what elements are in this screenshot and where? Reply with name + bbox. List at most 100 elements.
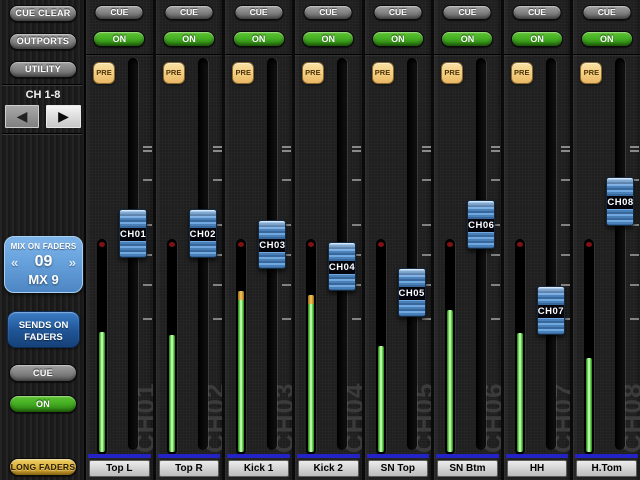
- channel-cue-button[interactable]: CUE: [582, 5, 631, 20]
- strip-divider: [295, 54, 362, 55]
- channel-color-bar: [158, 454, 221, 458]
- mix-on-faders-panel[interactable]: MIX ON FADERS « » 09 MX 9: [4, 236, 83, 293]
- strip-divider: [225, 54, 292, 55]
- channel-strip: CUE ON PRE CH07 CH07 HH: [501, 0, 571, 480]
- channel-name[interactable]: SN Top: [368, 460, 429, 477]
- fader-handle[interactable]: CH02: [189, 209, 217, 258]
- right-arrow-icon: ▶: [58, 108, 69, 124]
- channel-on-button[interactable]: ON: [93, 31, 145, 47]
- sends-on-faders-button[interactable]: SENDS ON FADERS: [7, 311, 80, 348]
- fader-handle-label: CH08: [607, 196, 633, 209]
- channel-name[interactable]: SN Btm: [437, 460, 498, 477]
- fader-handle[interactable]: CH07: [537, 286, 565, 335]
- next-mix-icon[interactable]: »: [69, 255, 76, 270]
- channel-cue-button[interactable]: CUE: [443, 5, 492, 20]
- channel-name[interactable]: Top L: [89, 460, 150, 477]
- fader-handle[interactable]: CH03: [258, 220, 286, 269]
- channel-on-button[interactable]: ON: [581, 31, 633, 47]
- channel-on-button[interactable]: ON: [372, 31, 424, 47]
- channel-on-button[interactable]: ON: [163, 31, 215, 47]
- fader-handle[interactable]: CH06: [467, 200, 495, 249]
- strip-divider: [365, 54, 432, 55]
- fader-scale-tick: [213, 146, 222, 152]
- channel-cue-button[interactable]: CUE: [164, 5, 213, 20]
- channel-cue-button[interactable]: CUE: [95, 5, 144, 20]
- channel-on-button[interactable]: ON: [511, 31, 563, 47]
- fader-handle-label: CH06: [468, 219, 494, 232]
- clip-led-icon: [169, 242, 175, 247]
- channel-on-button[interactable]: ON: [233, 31, 285, 47]
- sidebar-divider: [2, 84, 82, 85]
- fader-scale-tick: [352, 318, 361, 320]
- level-meter-fill: [99, 332, 105, 452]
- mix-name: MX 9: [5, 272, 82, 287]
- fader-scale-tick: [213, 179, 222, 181]
- fader-track[interactable]: [476, 58, 486, 450]
- channel-name[interactable]: H.Tom: [576, 460, 637, 477]
- fader-scale-tick: [422, 224, 431, 226]
- fader-handle[interactable]: CH05: [398, 268, 426, 317]
- fader-scale-tick: [630, 254, 639, 256]
- pre-badge[interactable]: PRE: [302, 62, 324, 84]
- fader-scale-tick: [630, 146, 639, 152]
- cue-clear-button[interactable]: CUE CLEAR: [9, 5, 77, 22]
- fader-scale-tick: [282, 179, 291, 181]
- channel-color-bar: [297, 454, 360, 458]
- fader-scale-tick: [282, 146, 291, 152]
- pre-badge[interactable]: PRE: [511, 62, 533, 84]
- channel-on-button[interactable]: ON: [441, 31, 493, 47]
- channel-cue-button[interactable]: CUE: [373, 5, 422, 20]
- fader-handle[interactable]: CH01: [119, 209, 147, 258]
- pre-badge[interactable]: PRE: [580, 62, 602, 84]
- sends-on-faders-line2: FADERS: [14, 332, 73, 344]
- channel-strip: CUE ON PRE CH02 CH02 Top R: [153, 0, 223, 480]
- channel-cue-button[interactable]: CUE: [304, 5, 353, 20]
- channel-cue-button[interactable]: CUE: [234, 5, 283, 20]
- strip-divider: [573, 54, 640, 55]
- sidebar-cue-button[interactable]: CUE: [9, 364, 77, 382]
- bank-previous-button[interactable]: ◀: [5, 105, 39, 128]
- long-faders-button[interactable]: LONG FADERS: [9, 458, 77, 476]
- sidebar-on-button[interactable]: ON: [9, 395, 77, 413]
- channel-color-bar: [436, 454, 499, 458]
- clip-led-icon: [99, 242, 105, 247]
- utility-button[interactable]: UTILITY: [9, 61, 77, 78]
- channel-name[interactable]: Kick 1: [228, 460, 289, 477]
- strip-divider: [156, 54, 223, 55]
- fader-scale-tick: [561, 146, 570, 152]
- outports-button[interactable]: OUTPORTS: [9, 33, 77, 50]
- sidebar: CUE CLEAR OUTPORTS UTILITY CH 1-8 ◀ ▶ MI…: [0, 0, 86, 480]
- fader-handle[interactable]: CH04: [328, 242, 356, 291]
- channel-color-bar: [575, 454, 638, 458]
- channel-name[interactable]: HH: [507, 460, 568, 477]
- pre-badge[interactable]: PRE: [163, 62, 185, 84]
- fader-scale-tick: [491, 318, 500, 320]
- previous-mix-icon[interactable]: «: [11, 255, 18, 270]
- level-meter-fill: [517, 333, 523, 452]
- pre-badge[interactable]: PRE: [93, 62, 115, 84]
- channel-on-button[interactable]: ON: [302, 31, 354, 47]
- channel-color-bar: [367, 454, 430, 458]
- clip-led-icon: [378, 242, 384, 247]
- fader-scale-tick: [630, 318, 639, 320]
- channel-name[interactable]: Kick 2: [298, 460, 359, 477]
- pre-badge[interactable]: PRE: [372, 62, 394, 84]
- pre-badge[interactable]: PRE: [232, 62, 254, 84]
- fader-scale-tick: [282, 318, 291, 320]
- fader-handle[interactable]: CH08: [606, 177, 634, 226]
- pre-badge[interactable]: PRE: [441, 62, 463, 84]
- fader-scale-tick: [561, 224, 570, 226]
- channel-cue-button[interactable]: CUE: [513, 5, 562, 20]
- fader-track[interactable]: [407, 58, 417, 450]
- strip-divider: [504, 54, 571, 55]
- fader-track[interactable]: [615, 58, 625, 450]
- level-meter-peak: [308, 295, 314, 304]
- fader-scale-tick: [491, 146, 500, 152]
- bank-next-button[interactable]: ▶: [46, 105, 81, 128]
- level-meter-fill: [447, 310, 453, 452]
- fader-track[interactable]: [546, 58, 556, 450]
- level-meter-fill: [378, 346, 384, 452]
- channel-name[interactable]: Top R: [159, 460, 220, 477]
- fader-scale-tick: [422, 146, 431, 152]
- fader-handle-label: CH03: [259, 239, 285, 252]
